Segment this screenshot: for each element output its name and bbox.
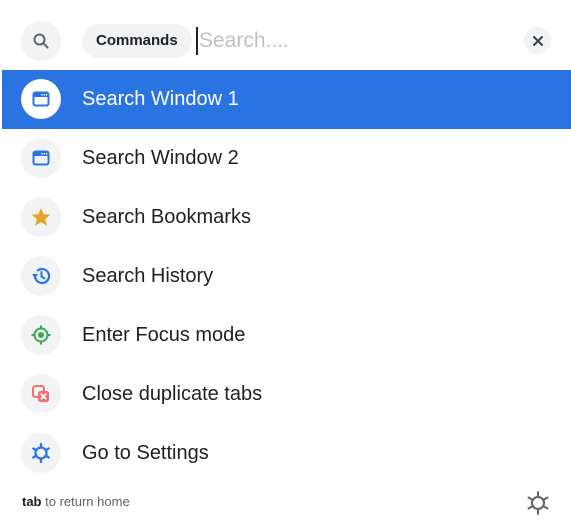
- hint-key: tab: [22, 494, 42, 509]
- command-label: Go to Settings: [82, 442, 209, 464]
- command-label: Close duplicate tabs: [82, 383, 263, 405]
- command-search-window-2[interactable]: Search Window 2: [2, 129, 571, 188]
- command-list: Search Window 1 Search Window 2 Search B…: [2, 70, 571, 483]
- command-search-bookmarks[interactable]: Search Bookmarks: [2, 188, 571, 247]
- command-go-to-settings[interactable]: Go to Settings: [2, 424, 571, 483]
- command-close-duplicate-tabs[interactable]: Close duplicate tabs: [2, 365, 571, 424]
- command-label: Search History: [82, 265, 214, 287]
- search-bar: Commands: [0, 0, 571, 70]
- text-caret: [196, 27, 198, 55]
- command-label: Search Window 1: [82, 88, 239, 110]
- star-icon: [21, 197, 61, 237]
- command-label: Search Window 2: [82, 147, 239, 169]
- command-label: Search Bookmarks: [82, 206, 251, 228]
- theme-toggle-button[interactable]: [524, 489, 552, 517]
- keyboard-hint: tab to return home: [22, 494, 130, 509]
- sun-icon: [527, 491, 549, 515]
- hint-text: to return home: [45, 494, 130, 509]
- window-icon: [21, 79, 61, 119]
- close-duplicates-icon: [21, 374, 61, 414]
- history-icon: [21, 256, 61, 296]
- close-icon: [532, 35, 543, 46]
- command-search-history[interactable]: Search History: [2, 247, 571, 306]
- window-icon: [21, 138, 61, 178]
- focus-icon: [21, 315, 61, 355]
- footer: tab to return home: [0, 480, 571, 525]
- command-label: Enter Focus mode: [82, 324, 246, 346]
- command-search-window-1[interactable]: Search Window 1: [2, 70, 571, 129]
- search-icon[interactable]: [21, 21, 61, 61]
- command-enter-focus-mode[interactable]: Enter Focus mode: [2, 306, 571, 365]
- mode-chip[interactable]: Commands: [82, 24, 192, 58]
- search-input[interactable]: [199, 24, 499, 58]
- clear-search-button[interactable]: [524, 27, 551, 54]
- settings-icon: [21, 433, 61, 473]
